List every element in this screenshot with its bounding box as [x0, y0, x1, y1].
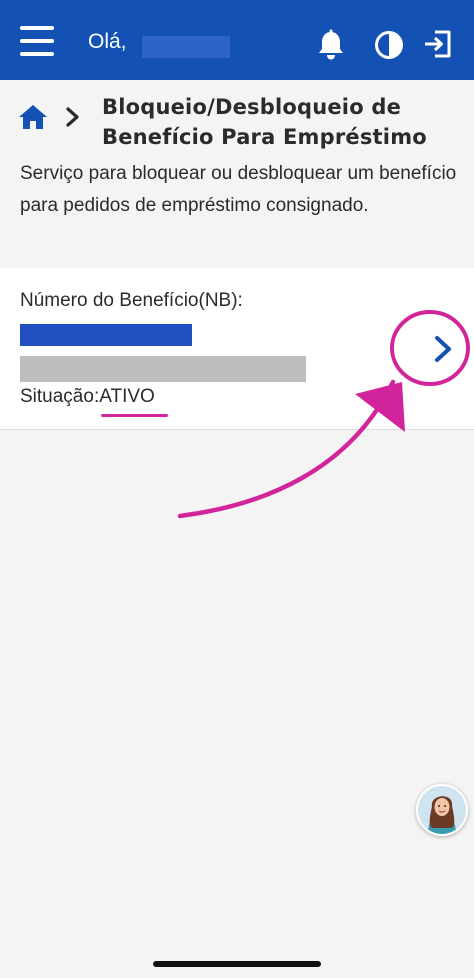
top-bar: Olá,	[0, 0, 474, 80]
chevron-right-icon	[66, 107, 79, 127]
assistant-avatar-icon[interactable]	[416, 784, 468, 836]
logout-icon[interactable]	[422, 28, 454, 60]
status-line: Situação:ATIVO	[20, 386, 155, 408]
hamburger-menu-icon[interactable]	[20, 26, 54, 56]
contrast-icon[interactable]	[374, 30, 404, 60]
status-label: Situação:	[20, 386, 100, 407]
app-screen: Olá, Bloqueio/Desbloqueio de Benefício P…	[0, 0, 474, 978]
benefit-number-redacted	[20, 324, 192, 346]
benefit-detail-redacted	[20, 356, 306, 382]
home-icon[interactable]	[18, 104, 48, 130]
benefit-number-label: Número do Benefício(NB):	[20, 290, 243, 311]
status-underline-annotation	[101, 414, 168, 417]
user-name-redacted	[142, 36, 230, 58]
home-indicator	[153, 961, 321, 967]
status-value: ATIVO	[99, 386, 155, 407]
chevron-right-icon[interactable]	[430, 334, 456, 364]
page-title: Bloqueio/Desbloqueio de Benefício Para E…	[102, 95, 427, 149]
greeting-text: Olá,	[88, 30, 127, 53]
page-description: Serviço para bloquear ou desbloquear um …	[20, 163, 457, 216]
bell-icon[interactable]	[314, 28, 348, 62]
